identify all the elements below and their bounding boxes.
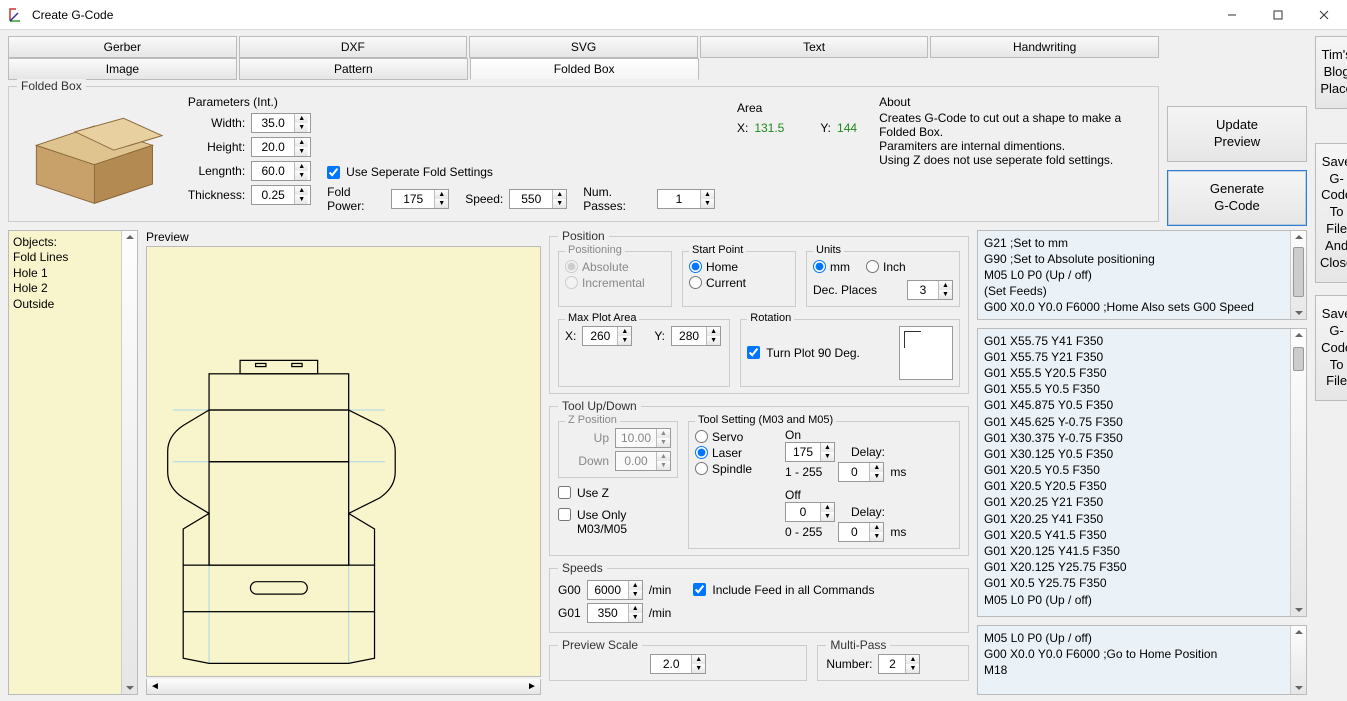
maximize-button[interactable] (1255, 0, 1301, 30)
positioning-incremental: Incremental (565, 276, 665, 290)
fold-power-label: Fold Power: (327, 185, 385, 213)
tool-group: Tool Up/Down Z Position Up▲▼ Down▲▼ Use … (549, 406, 969, 556)
preview-scale-group: Preview Scale ▲▼ (549, 645, 807, 681)
params-legend: Parameters (Int.) (188, 95, 311, 109)
box-image (17, 95, 172, 215)
area-legend: Area (737, 101, 857, 115)
blog-button[interactable]: Tim's Blog Place (1315, 36, 1347, 109)
width-spinner[interactable]: ▲▼ (251, 113, 311, 133)
position-group: Position Positioning Absolute Incrementa… (549, 236, 969, 394)
height-label: Height: (188, 140, 245, 154)
on-delay-spinner[interactable]: ▲▼ (838, 462, 884, 482)
maxplot-x-spinner[interactable]: ▲▼ (582, 326, 632, 346)
preview-canvas[interactable] (146, 246, 541, 677)
z-up-spinner: ▲▼ (615, 428, 671, 448)
height-spinner[interactable]: ▲▼ (251, 137, 311, 157)
object-item[interactable]: Hole 1 (13, 266, 117, 282)
rotation-preview (899, 326, 953, 380)
gcode-body-box[interactable]: G01 X55.75 Y41 F350 G01 X55.75 Y21 F350 … (977, 328, 1307, 617)
about-text: Creates G-Code to cut out a shape to mak… (879, 111, 1150, 167)
window-title: Create G-Code (32, 8, 1209, 22)
thickness-spinner[interactable]: ▲▼ (251, 185, 311, 205)
object-item[interactable]: Outside (13, 297, 117, 313)
fold-speed-spinner[interactable]: ▲▼ (509, 189, 567, 209)
width-label: Width: (188, 116, 245, 130)
gcode-header-scrollbar[interactable] (1290, 231, 1306, 319)
preview-scale-spinner[interactable]: ▲▼ (650, 654, 706, 674)
save-and-close-button[interactable]: Save G-Code To File And Close (1315, 143, 1347, 283)
tab-pattern[interactable]: Pattern (239, 58, 468, 80)
about-legend: About (879, 95, 1150, 109)
positioning-absolute: Absolute (565, 260, 665, 274)
save-to-file-button[interactable]: Save G-Code To File (1315, 295, 1347, 401)
multipass-group: Multi-Pass Number: ▲▼ (817, 645, 969, 681)
folded-box-legend: Folded Box (17, 79, 86, 93)
minimize-button[interactable] (1209, 0, 1255, 30)
area-y-label: Y: (820, 121, 831, 135)
turn-plot-90-check[interactable]: Turn Plot 90 Deg. (747, 346, 860, 360)
off-value-spinner[interactable]: ▲▼ (785, 502, 835, 522)
gcode-footer-box[interactable]: M05 L0 P0 (Up / off) G00 X0.0 Y0.0 F6000… (977, 625, 1307, 695)
off-delay-spinner[interactable]: ▲▼ (838, 522, 884, 542)
include-feed-check[interactable]: Include Feed in all Commands (693, 583, 874, 597)
g01-spinner[interactable]: ▲▼ (587, 603, 643, 623)
tool-laser[interactable]: Laser (695, 446, 775, 460)
area-y-value: 144 (837, 121, 857, 135)
tab-row-1: Gerber DXF SVG Text Handwriting (8, 36, 1159, 58)
generate-gcode-button[interactable]: Generate G-Code (1167, 170, 1307, 226)
preview-h-scrollbar[interactable]: ◄► (146, 679, 541, 695)
use-seperate-fold-check[interactable]: Use Seperate Fold Settings (327, 165, 715, 179)
use-only-m03-check[interactable]: Use Only M03/M05 (558, 508, 678, 536)
fold-speed-label: Speed: (465, 192, 503, 206)
gcode-body-scrollbar[interactable] (1290, 329, 1306, 616)
tab-row-2: Image Pattern Folded Box (8, 58, 699, 80)
tab-folded-box[interactable]: Folded Box (470, 58, 699, 80)
tab-text[interactable]: Text (700, 36, 929, 58)
objects-list[interactable]: Objects: Fold Lines Hole 1 Hole 2 Outsid… (8, 230, 138, 695)
tab-dxf[interactable]: DXF (239, 36, 468, 58)
use-z-check[interactable]: Use Z (558, 486, 678, 500)
num-passes-spinner[interactable]: ▲▼ (657, 189, 715, 209)
tool-spindle[interactable]: Spindle (695, 462, 775, 476)
z-down-spinner: ▲▼ (615, 451, 671, 471)
gcode-header-box[interactable]: G21 ;Set to mm G90 ;Set to Absolute posi… (977, 230, 1307, 320)
objects-scrollbar[interactable] (121, 231, 137, 694)
num-passes-label: Num. Passes: (583, 185, 651, 213)
area-x-label: X: (737, 121, 748, 135)
titlebar: Create G-Code (0, 0, 1347, 30)
multipass-number-spinner[interactable]: ▲▼ (878, 654, 920, 674)
close-button[interactable] (1301, 0, 1347, 30)
tab-svg[interactable]: SVG (469, 36, 698, 58)
length-spinner[interactable]: ▲▼ (251, 161, 311, 181)
length-label: Lengnth: (188, 164, 245, 178)
gcode-footer-scrollbar[interactable] (1290, 626, 1306, 694)
tool-servo[interactable]: Servo (695, 430, 775, 444)
object-item[interactable]: Fold Lines (13, 250, 117, 266)
area-x-value: 131.5 (754, 121, 784, 135)
units-mm[interactable]: mm (813, 260, 850, 274)
thickness-label: Thickness: (188, 188, 245, 202)
object-item[interactable]: Hole 2 (13, 281, 117, 297)
on-value-spinner[interactable]: ▲▼ (785, 442, 835, 462)
speeds-group: Speeds G00 ▲▼ /min Include Feed in all C… (549, 568, 969, 633)
startpoint-home[interactable]: Home (689, 260, 789, 274)
objects-label: Objects: (13, 235, 117, 251)
maxplot-y-spinner[interactable]: ▲▼ (671, 326, 721, 346)
dec-places-spinner[interactable]: ▲▼ (907, 280, 953, 300)
tab-image[interactable]: Image (8, 58, 237, 80)
tab-handwriting[interactable]: Handwriting (930, 36, 1159, 58)
preview-label: Preview (146, 230, 541, 244)
app-icon (8, 7, 24, 23)
tab-gerber[interactable]: Gerber (8, 36, 237, 58)
fold-power-spinner[interactable]: ▲▼ (391, 189, 449, 209)
g00-spinner[interactable]: ▲▼ (587, 580, 643, 600)
units-inch[interactable]: Inch (866, 260, 906, 274)
folded-box-group: Folded Box Parameters (Int.) (8, 86, 1159, 222)
update-preview-button[interactable]: Update Preview (1167, 106, 1307, 162)
startpoint-current[interactable]: Current (689, 276, 789, 290)
